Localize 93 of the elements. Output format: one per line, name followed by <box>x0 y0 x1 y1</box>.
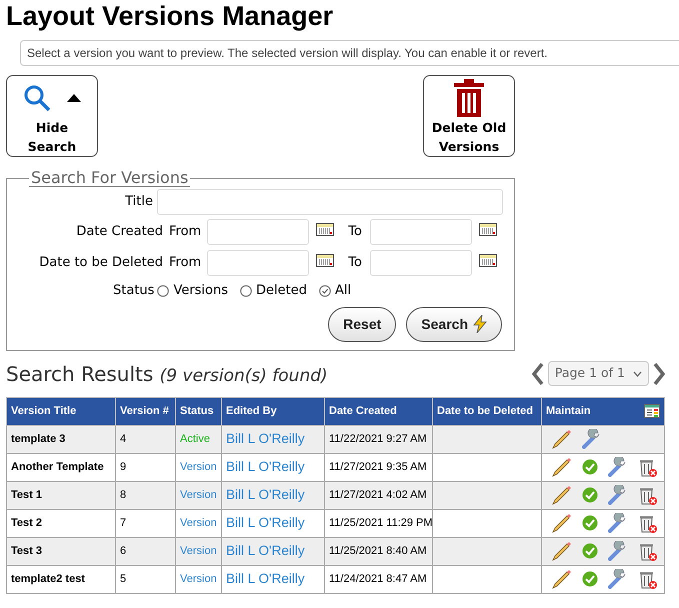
status-cell: Version <box>176 481 222 509</box>
status-cell: Version <box>176 509 222 537</box>
checkmark-icon[interactable] <box>582 487 598 503</box>
status-cell: Active <box>176 425 222 453</box>
wrench-icon[interactable] <box>582 429 602 449</box>
trash-icon[interactable] <box>638 541 658 561</box>
version-cell: 7 <box>116 509 176 537</box>
pencil-icon[interactable] <box>552 457 572 477</box>
wrench-icon[interactable] <box>608 513 628 533</box>
status-cell: Version <box>176 453 222 481</box>
caret-up-icon <box>67 94 81 102</box>
chevron-down-icon <box>633 370 642 377</box>
from-label: From <box>169 254 202 272</box>
field-label: Title <box>124 193 153 212</box>
title-cell: template2 test <box>6 565 116 593</box>
checkmark-icon[interactable] <box>582 459 598 475</box>
date-input[interactable] <box>207 250 310 276</box>
to-label: To <box>348 254 362 272</box>
page-select[interactable]: Page 1 of 1 <box>548 361 649 386</box>
status-cell: Version <box>176 537 222 565</box>
calendar-icon[interactable] <box>316 254 334 266</box>
wrench-icon[interactable] <box>608 541 628 561</box>
field-label: Date Created <box>75 223 163 242</box>
version-cell: 5 <box>116 565 176 593</box>
calendar-icon[interactable] <box>316 222 334 236</box>
page-title: Layout Versions Manager <box>6 0 334 32</box>
pencil-icon[interactable] <box>552 513 572 533</box>
trash-icon[interactable] <box>638 513 658 533</box>
checkmark-icon[interactable] <box>582 543 598 559</box>
pencil-icon[interactable] <box>552 429 572 449</box>
panel-legend: Search For Versions <box>29 169 190 187</box>
search-button[interactable]: Search <box>406 306 502 342</box>
radio-icon[interactable] <box>240 284 252 297</box>
radio-icon[interactable] <box>157 284 170 297</box>
wrench-icon[interactable] <box>608 569 628 589</box>
calendar-icon[interactable] <box>478 254 497 266</box>
date-cell: 11/25/2021 8:40 AM <box>324 537 432 565</box>
wrench-icon[interactable] <box>608 485 628 505</box>
radio-checked-icon[interactable] <box>318 284 331 297</box>
date-input[interactable] <box>370 219 472 245</box>
field-label: Date to be Deleted <box>38 254 163 272</box>
hide-search-button[interactable]: Hide Search <box>6 75 98 157</box>
next-icon[interactable] <box>653 362 665 385</box>
column-header: Status <box>176 398 222 425</box>
trash-icon[interactable] <box>638 569 658 589</box>
status-cell: Version <box>176 565 222 593</box>
date-cell: 11/27/2021 4:02 AM <box>324 481 432 509</box>
column-header: Maintain <box>546 404 591 419</box>
column-header: Date to be Deleted <box>432 398 542 425</box>
calendar-icon[interactable] <box>478 222 497 236</box>
title-input[interactable] <box>157 189 503 215</box>
trash-icon <box>454 79 484 117</box>
field-label: Status <box>113 282 154 300</box>
title-cell: Test 1 <box>6 481 116 509</box>
date-input[interactable] <box>207 219 310 245</box>
title-cell: Test 2 <box>6 509 116 537</box>
trash-icon[interactable] <box>638 457 658 477</box>
version-cell: 6 <box>116 537 176 565</box>
date-cell: 11/22/2021 9:27 AM <box>324 425 432 453</box>
date-input[interactable] <box>370 250 472 276</box>
trash-icon[interactable] <box>638 485 658 505</box>
radio-label[interactable]: All <box>334 281 352 300</box>
pencil-icon[interactable] <box>552 541 572 561</box>
date-cell: 11/27/2021 9:35 AM <box>324 453 432 481</box>
title-cell: template 3 <box>6 425 116 453</box>
delete-old-versions-button[interactable]: Delete Old Versions <box>423 75 515 157</box>
pencil-icon[interactable] <box>552 485 572 505</box>
title-cell: Test 3 <box>6 537 116 565</box>
date-cell: 11/24/2021 8:47 AM <box>324 565 432 593</box>
title-cell: Another Template <box>6 453 116 481</box>
lightning-icon <box>473 315 487 333</box>
version-cell: 4 <box>116 425 176 453</box>
columns-icon <box>644 404 660 418</box>
search-icon <box>23 84 51 112</box>
previous-icon[interactable] <box>532 362 544 385</box>
info-field[interactable]: Select a version you want to preview. The selected version will display. You can enable it or revert. <box>20 40 679 66</box>
column-header: Date Created <box>324 398 432 425</box>
column-header: Version Title <box>6 398 116 425</box>
column-header: Edited By <box>222 398 324 425</box>
to-label: To <box>348 223 362 242</box>
version-cell: 9 <box>116 453 176 481</box>
reset-button[interactable]: Reset <box>328 306 396 342</box>
checkmark-icon[interactable] <box>582 571 598 587</box>
radio-label[interactable]: Versions <box>173 281 228 300</box>
wrench-icon[interactable] <box>608 457 628 477</box>
pencil-icon[interactable] <box>552 569 572 589</box>
radio-label[interactable]: Deleted <box>256 281 307 300</box>
date-cell: 11/25/2021 11:29 PM <box>324 509 432 537</box>
checkmark-icon[interactable] <box>582 515 598 531</box>
from-label: From <box>169 223 202 242</box>
column-header: Version # <box>116 398 176 425</box>
results-heading: Search Results (9 version(s) found) <box>6 360 328 388</box>
version-cell: 8 <box>116 481 176 509</box>
